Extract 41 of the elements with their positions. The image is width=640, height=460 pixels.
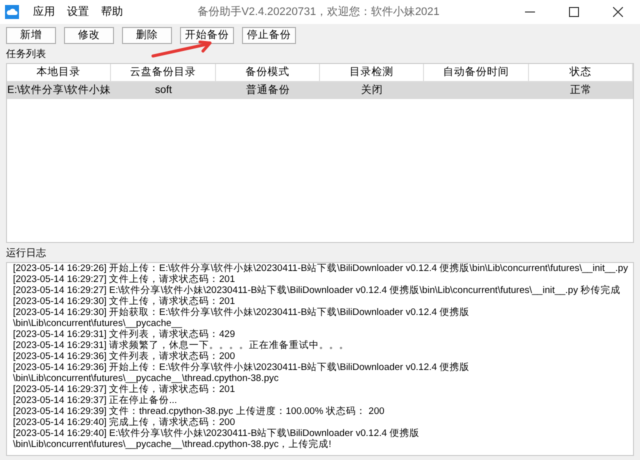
section-label: 运行日志	[6, 246, 46, 261]
log-line: [2023-05-14 16:29:40] E:\软件分享\软件小妹\20230411-B站下载\BiliDownloader v0.12.4 便携版\bin\Lib\concurrent\futures\__pycache__\thread.cpython-38.pyc，上传完成!	[12, 428, 421, 450]
column-header[interactable]: 自动备份时间	[424, 64, 529, 81]
menu-item[interactable]: 帮助	[95, 4, 129, 20]
log-line: [2023-05-14 16:29:30] 文件上传，请求状态码：201	[12, 296, 236, 307]
log-line: [2023-05-14 16:29:39] 文件：thread.cpython-38.pyc 上传进度：100.00% 状态码： 200	[12, 406, 386, 417]
close-icon[interactable]	[613, 7, 623, 17]
log-line: [2023-05-14 16:29:26] 开始上传：E:\软件分享\软件小妹\20230411-B站下载\BiliDownloader v0.12.4 便携版\bin\Lib\concurrent\futures\__init__.py	[12, 263, 629, 274]
log-line: [2023-05-14 16:29:36] 开始上传：E:\软件分享\软件小妹\20230411-B站下载\BiliDownloader v0.12.4 便携版\bin\Lib\concurrent\futures\__pycache__\thread.cpython-38.pyc	[12, 362, 471, 384]
table-cell-text: 普通备份	[244, 83, 291, 98]
toolbar-button[interactable]: 停止备份	[242, 27, 296, 44]
column-header[interactable]: 状态	[528, 64, 633, 81]
table-cell-text: E:\软件分享\软件小妹	[7, 83, 112, 98]
column-header[interactable]: 目录检测	[320, 64, 424, 81]
maximize-icon[interactable]	[569, 7, 579, 17]
column-header[interactable]: 本地目录	[7, 64, 112, 81]
menu-item[interactable]: 设置	[61, 4, 95, 20]
section-label: 任务列表	[6, 48, 46, 62]
column-header[interactable]: 云盘备份目录	[111, 64, 216, 81]
toolbar-button[interactable]: 开始备份	[180, 27, 234, 44]
annotation-arrow	[152, 40, 212, 58]
table-cell-text: 关闭	[360, 83, 384, 98]
toolbar-button[interactable]: 修改	[64, 27, 114, 44]
log-line: [2023-05-14 16:29:37] 文件上传，请求状态码：201	[12, 384, 236, 395]
table-row[interactable]: E:\软件分享\软件小妹 soft 普通备份 关闭 正常	[7, 82, 633, 99]
log-line: [2023-05-14 16:29:30] 开始获取：E:\软件分享\软件小妹\20230411-B站下载\BiliDownloader v0.12.4 便携版\bin\Lib\concurrent\futures\__pycache__	[12, 307, 471, 329]
toolbar-button[interactable]: 新增	[6, 27, 56, 44]
log-line: [2023-05-14 16:29:27] 文件上传，请求状态码：201	[12, 274, 236, 285]
log-line: [2023-05-14 16:29:27] E:\软件分享\软件小妹\20230411-B站下载\BiliDownloader v0.12.4 便携版\bin\Lib\concurrent\futures\__init__.py 秒传完成	[12, 285, 622, 296]
log-line: [2023-05-14 16:29:31] 请求频繁了，休息一下。。。。正在准备重试中。。。	[12, 340, 350, 351]
log-line: [2023-05-14 16:29:40] 完成上传，请求状态码：200	[12, 417, 236, 428]
toolbar-button[interactable]: 删除	[122, 27, 172, 44]
column-header[interactable]: 备份模式	[216, 64, 320, 81]
table-cell-text: soft	[154, 83, 173, 98]
cloud-icon	[5, 5, 19, 19]
log-line: [2023-05-14 16:29:37] 正在停止备份...	[12, 395, 178, 406]
table-cell-text: 正常	[568, 83, 593, 98]
log-line: [2023-05-14 16:29:36] 文件列表，请求状态码：200	[12, 351, 236, 362]
menu-item[interactable]: 应用	[27, 4, 61, 20]
log-line: [2023-05-14 16:29:31] 文件列表，请求状态码：429	[12, 329, 236, 340]
window-title: 备份助手V2.4.20220731，欢迎您：软件小妹2021	[196, 4, 441, 20]
